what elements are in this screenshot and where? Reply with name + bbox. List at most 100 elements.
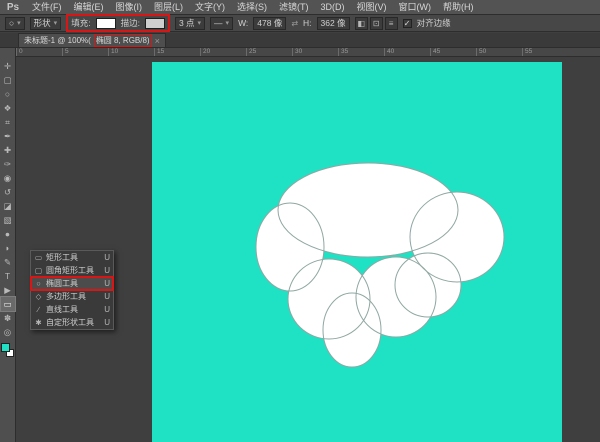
menu-item[interactable]: 帮助(H) [437, 0, 480, 15]
flyout-item-label: 圆角矩形工具 [46, 265, 94, 276]
menu-item[interactable]: 窗口(W) [393, 0, 438, 15]
horizontal-ruler: 0 5 10 15 20 25 30 35 40 45 50 55 [16, 48, 600, 57]
shape-tool-icon: ▢ [34, 266, 43, 275]
toolbar-tool[interactable]: ● [1, 227, 15, 241]
toolbar-tool[interactable]: ▭ [1, 297, 15, 311]
shape-svg [152, 62, 562, 442]
ruler-tick: 40 [384, 48, 430, 56]
ruler-tick: 55 [522, 48, 568, 56]
toolbar-tool[interactable]: ◉ [1, 171, 15, 185]
document-tab-bar: 未标题-1 @ 100%( 椭圆 8, RGB/8) × [0, 33, 600, 48]
ruler-tick: 10 [108, 48, 154, 56]
tool-icon: T [5, 271, 10, 281]
toolbar-tool[interactable]: T [1, 269, 15, 283]
fill-swatch[interactable] [96, 18, 116, 29]
height-value: 362 像 [321, 17, 346, 29]
flyout-menu-item[interactable]: ◇ 多边形工具 U [31, 290, 113, 303]
shape-tools-flyout: ▭ 矩形工具 U ▢ 圆角矩形工具 U ○ 椭圆工具 U ◇ 多边形工具 U [30, 250, 114, 330]
path-operation-icon[interactable]: ⊡ [370, 17, 383, 30]
shape-tool-icon: ✱ [34, 318, 43, 327]
flyout-item-shortcut: U [104, 305, 110, 314]
menu-item[interactable]: 文件(F) [26, 0, 68, 15]
color-wells [1, 343, 14, 357]
tool-icon: ✒ [4, 131, 11, 142]
tool-icon: ✛ [4, 61, 11, 72]
tool-icon: ✽ [4, 313, 11, 324]
path-operation-buttons: ◧ ⊡ ≡ [355, 15, 398, 31]
toolbar-tool[interactable]: ▢ [1, 73, 15, 87]
flyout-item-label: 矩形工具 [46, 252, 78, 263]
toolbar-tool[interactable]: ▧ [1, 213, 15, 227]
photoshop-window: Ps 文件(F) 编辑(E) 图像(I) 图层(L) 文字(Y) 选择(S) 滤… [0, 0, 600, 442]
toolbar-tool[interactable]: ○ [1, 87, 15, 101]
link-dimensions-icon[interactable]: ⇄ [291, 19, 298, 28]
stroke-label: 描边: [121, 17, 140, 29]
toolbar-tool[interactable]: ✛ [1, 59, 15, 73]
path-operation-icon[interactable]: ◧ [355, 17, 368, 30]
flyout-menu-item[interactable]: ∕ 直线工具 U [31, 303, 113, 316]
close-icon[interactable]: × [155, 36, 160, 46]
shape-tool-icon: ◇ [34, 292, 43, 301]
flyout-menu-item[interactable]: ▢ 圆角矩形工具 U [31, 264, 113, 277]
flyout-menu-item[interactable]: ✱ 自定形状工具 U [31, 316, 113, 329]
document-tab[interactable]: 未标题-1 @ 100%( 椭圆 8, RGB/8) × [18, 33, 166, 47]
tool-mode-value: 形状 [34, 17, 51, 29]
menu-item[interactable]: 图层(L) [148, 0, 189, 15]
toolbar-tool[interactable]: ◗ [1, 241, 15, 255]
stroke-style-select[interactable]: — ▾ [210, 17, 233, 30]
tool-icon: ▶ [4, 285, 11, 296]
menu-items: 文件(F) 编辑(E) 图像(I) 图层(L) 文字(Y) 选择(S) 滤镜(T… [26, 0, 480, 14]
tool-preset-button[interactable]: ○ ▾ [5, 17, 25, 30]
toolbar-tool[interactable]: ◎ [1, 325, 15, 339]
tool-mode-select[interactable]: 形状 ▾ [30, 17, 62, 30]
stroke-swatch[interactable] [145, 18, 165, 29]
menu-item[interactable]: 文字(Y) [189, 0, 231, 15]
height-label: H: [303, 18, 312, 28]
ps-logo: Ps [0, 2, 26, 13]
toolbar-tool[interactable]: ✑ [1, 157, 15, 171]
toolbar-tool[interactable]: ✎ [1, 255, 15, 269]
flyout-menu-item[interactable]: ▭ 矩形工具 U [31, 251, 113, 264]
flyout-item-label: 直线工具 [46, 304, 78, 315]
tool-icon: ◉ [4, 173, 11, 184]
menu-item[interactable]: 图像(I) [110, 0, 149, 15]
ruler-tick: 50 [476, 48, 522, 56]
stroke-width-select[interactable]: 3 点 ▾ [175, 17, 205, 30]
ruler-tick: 5 [62, 48, 108, 56]
path-operation-icon[interactable]: ≡ [385, 17, 398, 30]
shape-tool-icon: ▭ [34, 253, 43, 262]
foreground-swatch[interactable] [1, 343, 10, 352]
menu-item[interactable]: 视图(V) [351, 0, 393, 15]
toolbar-tool[interactable]: ⌗ [1, 115, 15, 129]
menu-item[interactable]: 3D(D) [315, 0, 351, 15]
menu-item[interactable]: 编辑(E) [68, 0, 110, 15]
shape-tool-icon: ∕ [34, 305, 43, 314]
toolbar-tool[interactable]: ✽ [1, 311, 15, 325]
ruler-tick: 20 [200, 48, 246, 56]
width-field[interactable]: 478 像 [253, 17, 286, 30]
tool-icon: ○ [5, 89, 10, 99]
toolbar-tool[interactable]: ▶ [1, 283, 15, 297]
menu-item[interactable]: 滤镜(T) [273, 0, 315, 15]
toolbar-tool[interactable]: ✒ [1, 129, 15, 143]
flyout-item-label: 自定形状工具 [46, 317, 94, 328]
canvas[interactable] [152, 62, 562, 442]
tool-icon: ▢ [3, 75, 11, 86]
toolbar-tool[interactable]: ↺ [1, 185, 15, 199]
fill-label: 填充: [71, 17, 90, 29]
height-field[interactable]: 362 像 [317, 17, 350, 30]
ruler-tick: 0 [16, 48, 62, 56]
tool-icon: ▭ [3, 299, 11, 310]
align-edges-checkbox[interactable]: ✓ [403, 19, 412, 28]
flyout-item-label: 椭圆工具 [46, 278, 78, 289]
toolbar-tool[interactable]: ✚ [1, 143, 15, 157]
tool-icon: ◗ [5, 243, 10, 253]
tool-icon: ✎ [4, 257, 11, 268]
tool-icon: ✚ [4, 145, 11, 156]
toolbar-tool[interactable]: ❖ [1, 101, 15, 115]
flyout-menu-item[interactable]: ○ 椭圆工具 U [31, 277, 113, 290]
toolbar-tool[interactable]: ◪ [1, 199, 15, 213]
flyout-item-label: 多边形工具 [46, 291, 86, 302]
menu-bar: Ps 文件(F) 编辑(E) 图像(I) 图层(L) 文字(Y) 选择(S) 滤… [0, 0, 600, 15]
menu-item[interactable]: 选择(S) [231, 0, 273, 15]
